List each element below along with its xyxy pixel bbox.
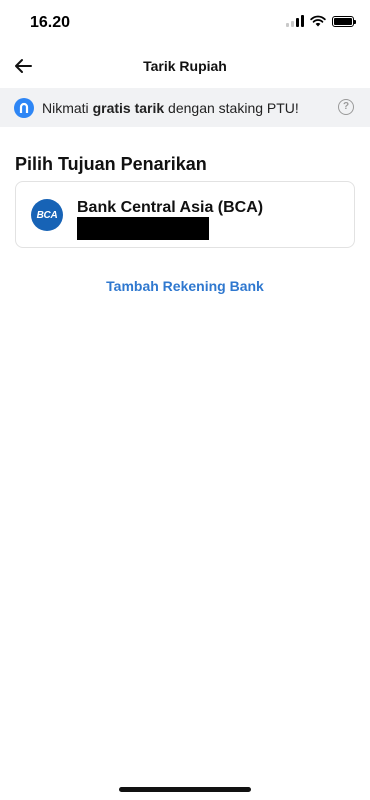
account-number-redacted <box>77 217 209 240</box>
bank-account-card[interactable]: BCA Bank Central Asia (BCA) <box>15 181 355 248</box>
promo-text: Nikmati gratis tarik dengan staking PTU! <box>42 100 299 116</box>
promo-text-start: Nikmati <box>42 99 93 116</box>
ptu-logo-icon <box>14 97 34 118</box>
screen: 16.20 Tarik Rupiah Nikmati gratis tarik … <box>0 0 370 800</box>
status-bar: 16.20 <box>0 0 370 44</box>
home-indicator <box>119 787 251 792</box>
status-icons <box>286 15 356 27</box>
battery-level <box>334 17 352 25</box>
promo-text-end: dengan staking PTU! <box>164 99 299 116</box>
wifi-icon <box>310 15 326 27</box>
status-time: 16.20 <box>30 14 71 31</box>
battery-icon <box>332 15 356 27</box>
bca-logo-icon: BCA <box>31 199 63 231</box>
help-icon[interactable]: ? <box>338 99 354 115</box>
page-title: Tarik Rupiah <box>143 58 227 74</box>
app-header: Tarik Rupiah <box>0 44 370 88</box>
signal-icon <box>286 15 304 27</box>
promo-banner[interactable]: Nikmati gratis tarik dengan staking PTU!… <box>0 88 370 127</box>
promo-text-highlight: gratis tarik <box>92 99 165 116</box>
section-title: Pilih Tujuan Penarikan <box>15 154 207 174</box>
bank-name: Bank Central Asia (BCA) <box>77 199 264 216</box>
add-bank-account-link[interactable]: Tambah Rekening Bank <box>0 278 370 294</box>
